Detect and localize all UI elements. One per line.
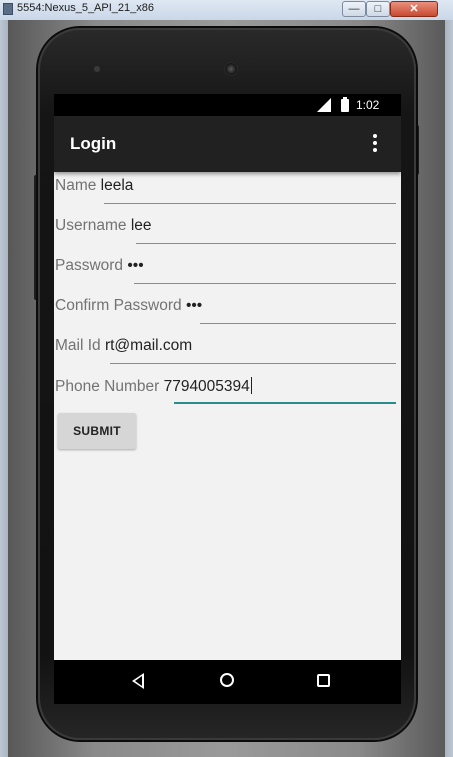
name-field[interactable]: Name leela: [54, 172, 401, 212]
password-field[interactable]: Password •••: [54, 252, 401, 292]
username-input[interactable]: lee: [131, 217, 152, 234]
submit-button[interactable]: SUBMIT: [58, 413, 136, 449]
name-input[interactable]: leela: [101, 177, 134, 194]
name-label: Name: [55, 177, 97, 194]
mail-id-field[interactable]: Mail Id rt@mail.com: [54, 332, 401, 372]
battery-icon: [341, 97, 349, 112]
window-titlebar: 5554:Nexus_5_API_21_x86 — □ ✕: [0, 0, 453, 20]
name-underline: [104, 203, 396, 204]
mail-id-field-label-wrap: Mail Id rt@mail.com: [55, 337, 192, 355]
confirm-password-field-label-wrap: Confirm Password •••: [55, 297, 202, 315]
home-icon[interactable]: [220, 673, 234, 687]
password-label: Password: [55, 257, 124, 274]
confirm-password-label: Confirm Password: [55, 297, 182, 314]
username-field[interactable]: Username lee: [54, 212, 401, 252]
sensor: [94, 66, 100, 72]
form-content: Name leela Username lee Password ••• Con…: [54, 172, 401, 660]
mail-id-label: Mail Id: [55, 337, 101, 354]
username-underline: [136, 243, 396, 244]
signal-icon: [317, 98, 331, 112]
window-close-button[interactable]: ✕: [390, 1, 438, 17]
window-frame-right: [445, 20, 453, 757]
name-field-label-wrap: Name leela: [55, 177, 133, 195]
recents-icon[interactable]: [317, 674, 330, 687]
text-cursor: [250, 377, 252, 394]
more-vert-icon[interactable]: [370, 134, 380, 156]
page-title: Login: [70, 134, 117, 153]
mail-id-input[interactable]: rt@mail.com: [105, 337, 192, 354]
status-time: 1:02: [356, 98, 380, 112]
confirm-password-underline: [200, 323, 396, 324]
navigation-bar: [54, 660, 401, 704]
back-icon[interactable]: [132, 673, 144, 689]
front-camera: [225, 63, 237, 75]
phone-number-underline: [174, 402, 396, 404]
username-label: Username: [55, 217, 127, 234]
phone-number-field-label-wrap: Phone Number 7794005394: [55, 377, 252, 396]
password-input[interactable]: •••: [127, 257, 143, 274]
window-frame-left: [0, 20, 8, 757]
phone-number-label: Phone Number: [55, 378, 160, 395]
password-field-label-wrap: Password •••: [55, 257, 144, 275]
window-maximize-button[interactable]: □: [366, 1, 390, 17]
password-underline: [134, 283, 396, 284]
phone-number-field[interactable]: Phone Number 7794005394: [54, 372, 401, 412]
app-bar: Login: [54, 116, 401, 172]
window-minimize-button[interactable]: —: [342, 1, 366, 17]
window-title: 5554:Nexus_5_API_21_x86: [17, 2, 154, 14]
confirm-password-field[interactable]: Confirm Password •••: [54, 292, 401, 332]
window-app-icon: [3, 3, 13, 15]
mail-id-underline: [110, 363, 396, 364]
username-field-label-wrap: Username lee: [55, 217, 152, 235]
confirm-password-input[interactable]: •••: [186, 297, 202, 314]
phone-number-input[interactable]: 7794005394: [164, 378, 250, 395]
status-bar: 1:02: [54, 94, 401, 116]
device-screen: 1:02 Login Name leela Username lee Passw…: [54, 94, 401, 704]
